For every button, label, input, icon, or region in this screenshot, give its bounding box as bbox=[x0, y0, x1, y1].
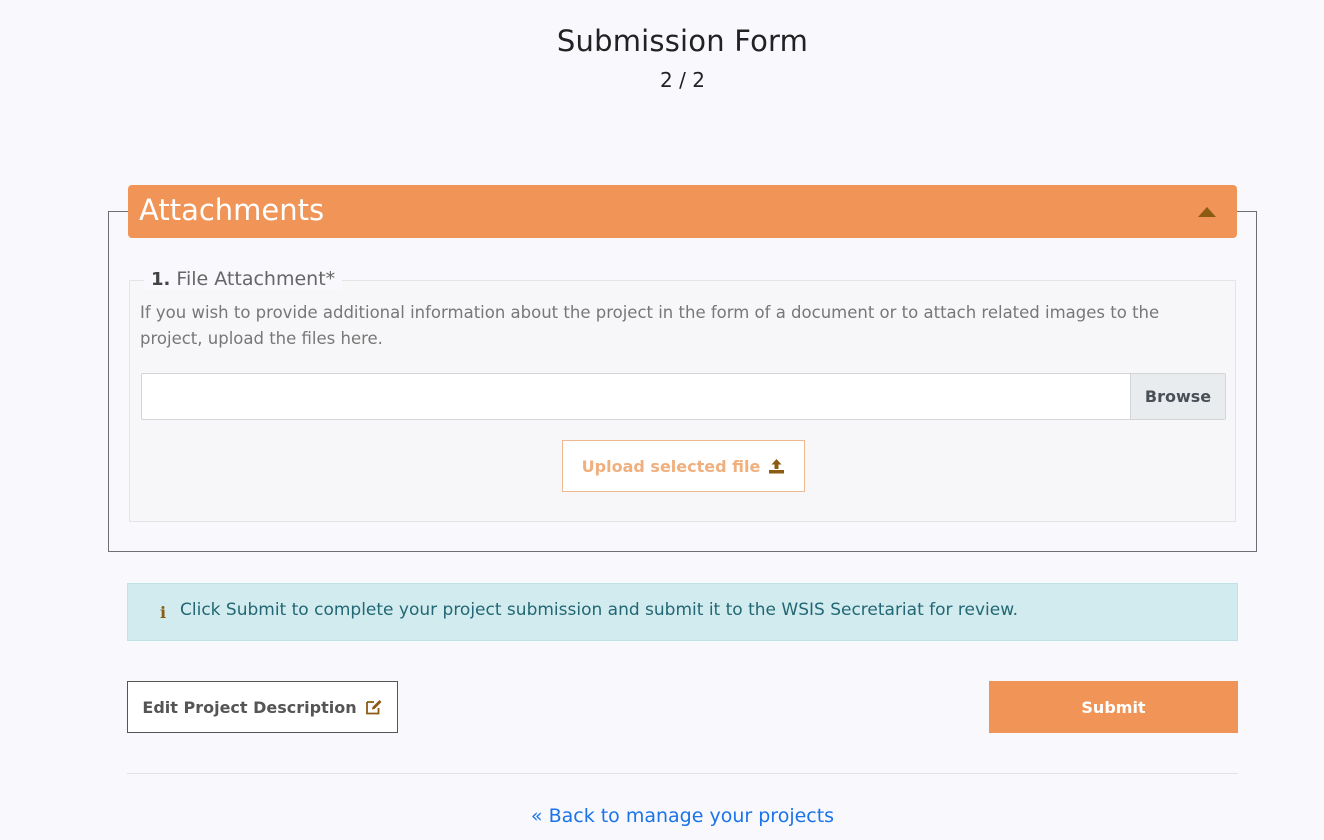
edit-button-label: Edit Project Description bbox=[142, 697, 357, 717]
attachments-panel-header[interactable]: Attachments bbox=[128, 185, 1237, 238]
edit-icon bbox=[365, 700, 382, 715]
file-attachment-legend: 1. File Attachment* bbox=[144, 268, 343, 290]
required-mark: * bbox=[325, 268, 336, 290]
upload-selected-file-button[interactable]: Upload selected file bbox=[562, 440, 805, 492]
edit-project-description-button[interactable]: Edit Project Description bbox=[127, 681, 398, 733]
file-attachment-fieldset: 1. File Attachment* If you wish to provi… bbox=[129, 268, 1236, 522]
field-label: File Attachment bbox=[176, 268, 326, 290]
info-icon: i bbox=[160, 603, 167, 622]
field-number: 1. bbox=[151, 269, 171, 290]
upload-icon bbox=[769, 459, 785, 474]
divider bbox=[127, 773, 1238, 774]
browse-button[interactable]: Browse bbox=[1130, 374, 1225, 419]
submit-button[interactable]: Submit bbox=[989, 681, 1238, 733]
caret-up-icon[interactable] bbox=[1198, 207, 1216, 217]
step-indicator: 2 / 2 bbox=[660, 68, 705, 92]
submission-page: Submission Form 2 / 2 Attachments 1. Fil… bbox=[0, 0, 1324, 840]
file-path-field[interactable] bbox=[142, 374, 1130, 419]
upload-button-label: Upload selected file bbox=[581, 456, 761, 476]
page-title: Submission Form bbox=[556, 24, 809, 58]
field-help-text: If you wish to provide additional inform… bbox=[140, 303, 1160, 348]
info-alert: i Click Submit to complete your project … bbox=[127, 583, 1238, 641]
back-to-projects-link[interactable]: « Back to manage your projects bbox=[0, 805, 1324, 827]
file-input[interactable]: Browse bbox=[141, 373, 1226, 420]
attachments-title: Attachments bbox=[139, 193, 325, 227]
alert-text: Click Submit to complete your project su… bbox=[180, 600, 1018, 620]
